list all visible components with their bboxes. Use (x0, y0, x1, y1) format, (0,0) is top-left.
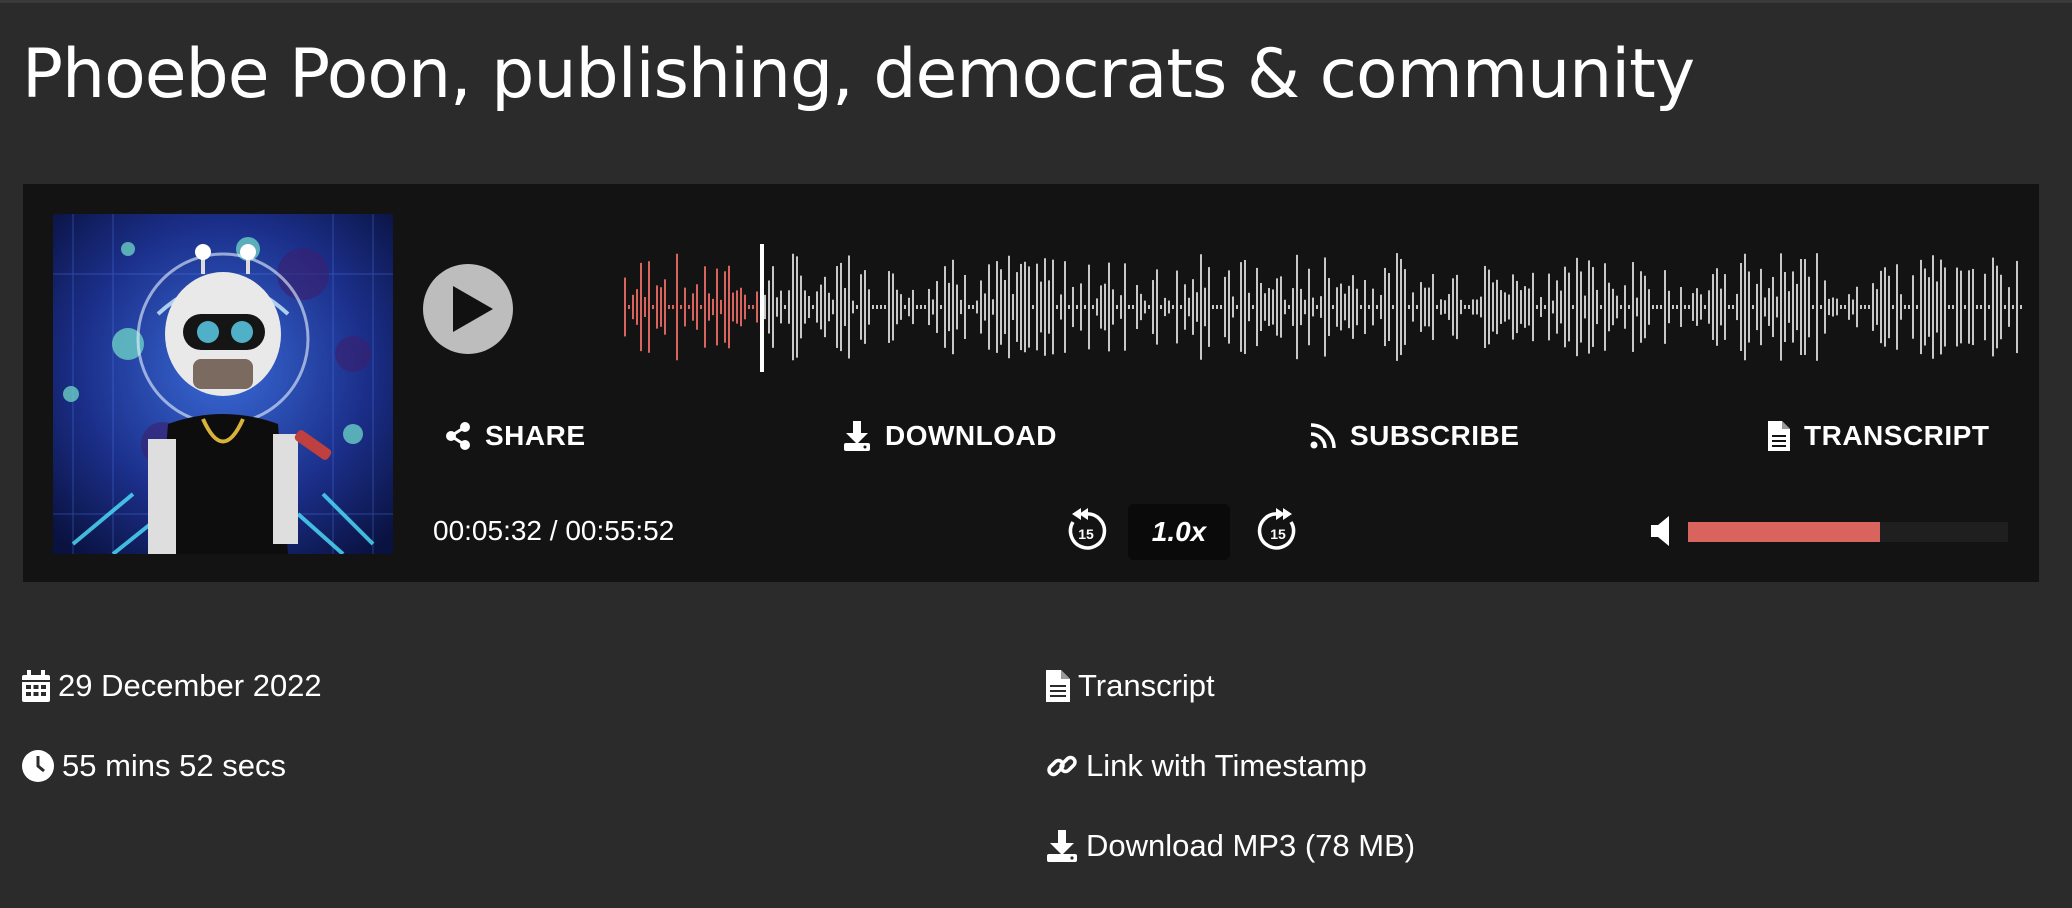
calendar-icon (22, 670, 50, 702)
waveform-seek-bar[interactable] (623, 244, 2023, 372)
episode-length: 55 mins 52 secs (22, 748, 286, 784)
download-icon (1047, 830, 1077, 862)
clock-icon (22, 750, 54, 782)
episode-date: 29 December 2022 (22, 668, 322, 704)
time-display: 00:05:32 / 00:55:52 (433, 515, 675, 546)
share-label: SHARE (485, 420, 586, 451)
playback-speed-button[interactable]: 1.0x (1128, 504, 1230, 560)
timestamp-link-text: Link with Timestamp (1086, 748, 1367, 783)
download-mp3-text: Download MP3 (78 MB) (1086, 828, 1416, 863)
page-title: Phoebe Poon, publishing, democrats & com… (22, 35, 1695, 114)
download-label: DOWNLOAD (885, 420, 1057, 451)
podcast-cover-image (53, 214, 393, 554)
skip-forward-seconds: 15 (1270, 526, 1286, 542)
download-icon (844, 421, 870, 451)
link-icon (1047, 755, 1077, 777)
audio-player: SHARE DOWNLOAD SUBSCRIBE TRANSCRIPT 00:0… (23, 184, 2039, 582)
document-icon (1768, 421, 1790, 451)
transcript-link-text: Transcript (1078, 668, 1215, 703)
volume-level-fill (1688, 522, 1880, 542)
volume-icon[interactable] (1649, 514, 1675, 548)
transcript-link[interactable]: Transcript (1046, 668, 1215, 704)
download-mp3-link[interactable]: Download MP3 (78 MB) (1046, 828, 1415, 864)
skip-forward-15-button[interactable]: 15 (1253, 506, 1303, 556)
document-icon (1046, 670, 1070, 702)
volume-slider[interactable] (1688, 522, 2008, 542)
top-divider (0, 0, 2072, 3)
rss-icon (1310, 423, 1336, 449)
transcript-label: TRANSCRIPT (1804, 420, 1990, 451)
share-button[interactable]: SHARE (445, 420, 586, 452)
subscribe-label: SUBSCRIBE (1350, 420, 1520, 451)
timestamp-link[interactable]: Link with Timestamp (1046, 748, 1367, 784)
download-button[interactable]: DOWNLOAD (843, 420, 1057, 452)
skip-back-seconds: 15 (1078, 526, 1094, 542)
transcript-button[interactable]: TRANSCRIPT (1768, 420, 1989, 452)
play-icon (453, 286, 493, 332)
skip-back-15-button[interactable]: 15 (1061, 506, 1111, 556)
play-button[interactable] (423, 264, 513, 354)
episode-length-text: 55 mins 52 secs (62, 748, 286, 783)
share-icon (446, 422, 470, 450)
subscribe-button[interactable]: SUBSCRIBE (1310, 420, 1519, 452)
episode-date-text: 29 December 2022 (58, 668, 322, 703)
